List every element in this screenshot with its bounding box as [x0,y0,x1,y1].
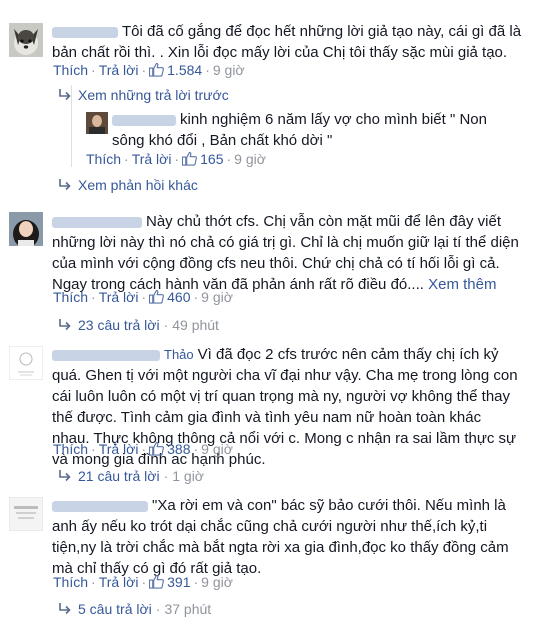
reply-author-name[interactable] [112,114,176,126]
previous-replies-link[interactable]: Xem những trả lời trước [58,87,229,103]
like-button[interactable]: Thích [53,441,88,457]
comment-text: Này chủ thớt cfs. Chị vẫn còn mặt mũi để… [52,211,522,295]
reply-arrow-icon [58,179,72,191]
avatar[interactable] [9,346,43,380]
comment-text: "Xa rời em và con" bác sỹ bảo cưới thôi.… [52,495,522,579]
reply-button[interactable]: Trả lời [99,289,139,305]
separator: · [226,151,232,167]
reply-avatar[interactable] [86,112,108,134]
timestamp[interactable]: 9 giờ [201,441,233,457]
separator: · [91,62,96,78]
author-name[interactable] [52,216,142,228]
thumbs-up-icon [149,574,164,589]
reply-button[interactable]: Trả lời [99,62,139,78]
like-count-value: 165 [200,151,224,167]
comment-actions: Thích · Trả lời · 391 · 9 giờ [53,574,233,590]
comment-1: Tôi đã cố gắng để đọc hết những lời giả … [0,0,550,200]
like-count[interactable]: 391 [149,574,191,590]
like-count-value: 1.584 [167,62,203,78]
author-name[interactable]: Thảo [52,346,198,363]
separator: · [141,441,147,457]
reply-actions: Thích · Trả lời · 165 · 9 giờ [86,151,266,167]
like-button[interactable]: Thích [53,289,88,305]
thumbs-up-icon [182,151,197,166]
see-more-link[interactable]: Xem thêm [428,276,496,293]
timestamp[interactable]: 9 giờ [201,289,233,305]
replies-count: 5 câu trả lời [78,601,152,617]
author-name[interactable] [52,26,118,38]
replies-time: 1 giờ [172,468,204,484]
reply-arrow-icon [58,603,72,615]
separator: · [174,151,180,167]
like-count[interactable]: 165 [182,151,224,167]
previous-replies-label: Xem những trả lời trước [78,87,229,103]
comment-2: Này chủ thớt cfs. Chị vẫn còn mặt mũi để… [0,200,550,340]
comment-actions: Thích · Trả lời · 1.584 · 9 giờ [53,62,245,78]
comment-body: Tôi đã cố gắng để đọc hết những lời giả … [52,23,522,61]
thumbs-up-icon [149,441,164,456]
like-button[interactable]: Thích [53,574,88,590]
like-count-value: 391 [167,574,191,590]
like-count[interactable]: 1.584 [149,62,202,78]
avatar[interactable] [9,23,43,57]
replies-count: 21 câu trả lời [78,468,160,484]
comment-actions: Thích · Trả lời · 388 · 9 giờ [53,441,233,457]
reply-button[interactable]: Trả lời [99,574,139,590]
separator: · [193,289,199,305]
separator: · [91,574,96,590]
separator: · [91,441,96,457]
separator: · [193,441,199,457]
comment-text: Tôi đã cố gắng để đọc hết những lời giả … [52,21,522,63]
reply-button[interactable]: Trả lời [99,441,139,457]
reply-text: kinh nghiệm 6 năm lấy vợ cho mình biết "… [112,109,522,151]
author-name[interactable] [52,500,148,512]
reply-arrow-icon [58,470,72,482]
like-count[interactable]: 460 [149,289,191,305]
like-count[interactable]: 388 [149,441,191,457]
timestamp[interactable]: 9 giờ [213,62,245,78]
reply-arrow-icon [58,319,72,331]
separator: · [141,289,147,305]
more-replies-label: Xem phản hồi khác [78,177,198,193]
separator: · [193,574,199,590]
replies-link[interactable]: 5 câu trả lời · 37 phút [58,601,211,617]
reply-button[interactable]: Trả lời [132,151,172,167]
comment-actions: Thích · Trả lời · 460 · 9 giờ [53,289,233,305]
like-count-value: 460 [167,289,191,305]
more-replies-link[interactable]: Xem phản hồi khác [58,177,198,193]
comment-4: "Xa rời em và con" bác sỹ bảo cưới thôi.… [0,488,550,617]
thumbs-up-icon [149,289,164,304]
reply-arrow-icon [58,89,72,101]
separator: · [141,574,147,590]
replies-link[interactable]: 21 câu trả lời · 1 giờ [58,468,204,484]
thumbs-up-icon [149,62,164,77]
separator: · [163,468,169,484]
like-count-value: 388 [167,441,191,457]
avatar[interactable] [9,212,43,246]
replies-count: 23 câu trả lời [78,317,160,333]
separator: · [124,151,129,167]
separator: · [155,601,161,617]
like-button[interactable]: Thích [53,62,88,78]
comment-3: Thảo Vì đã đọc 2 cfs trước nên cảm thấy c… [0,340,550,488]
avatar[interactable] [9,497,43,531]
separator: · [141,62,147,78]
replies-link[interactable]: 23 câu trả lời · 49 phút [58,317,219,333]
separator: · [91,289,96,305]
replies-time: 49 phút [172,317,219,333]
like-button[interactable]: Thích [86,151,121,167]
timestamp[interactable]: 9 giờ [234,151,266,167]
author-name-visible: Thảo [164,347,194,362]
timestamp[interactable]: 9 giờ [201,574,233,590]
replies-time: 37 phút [164,601,212,617]
separator: · [163,317,169,333]
separator: · [205,62,210,78]
